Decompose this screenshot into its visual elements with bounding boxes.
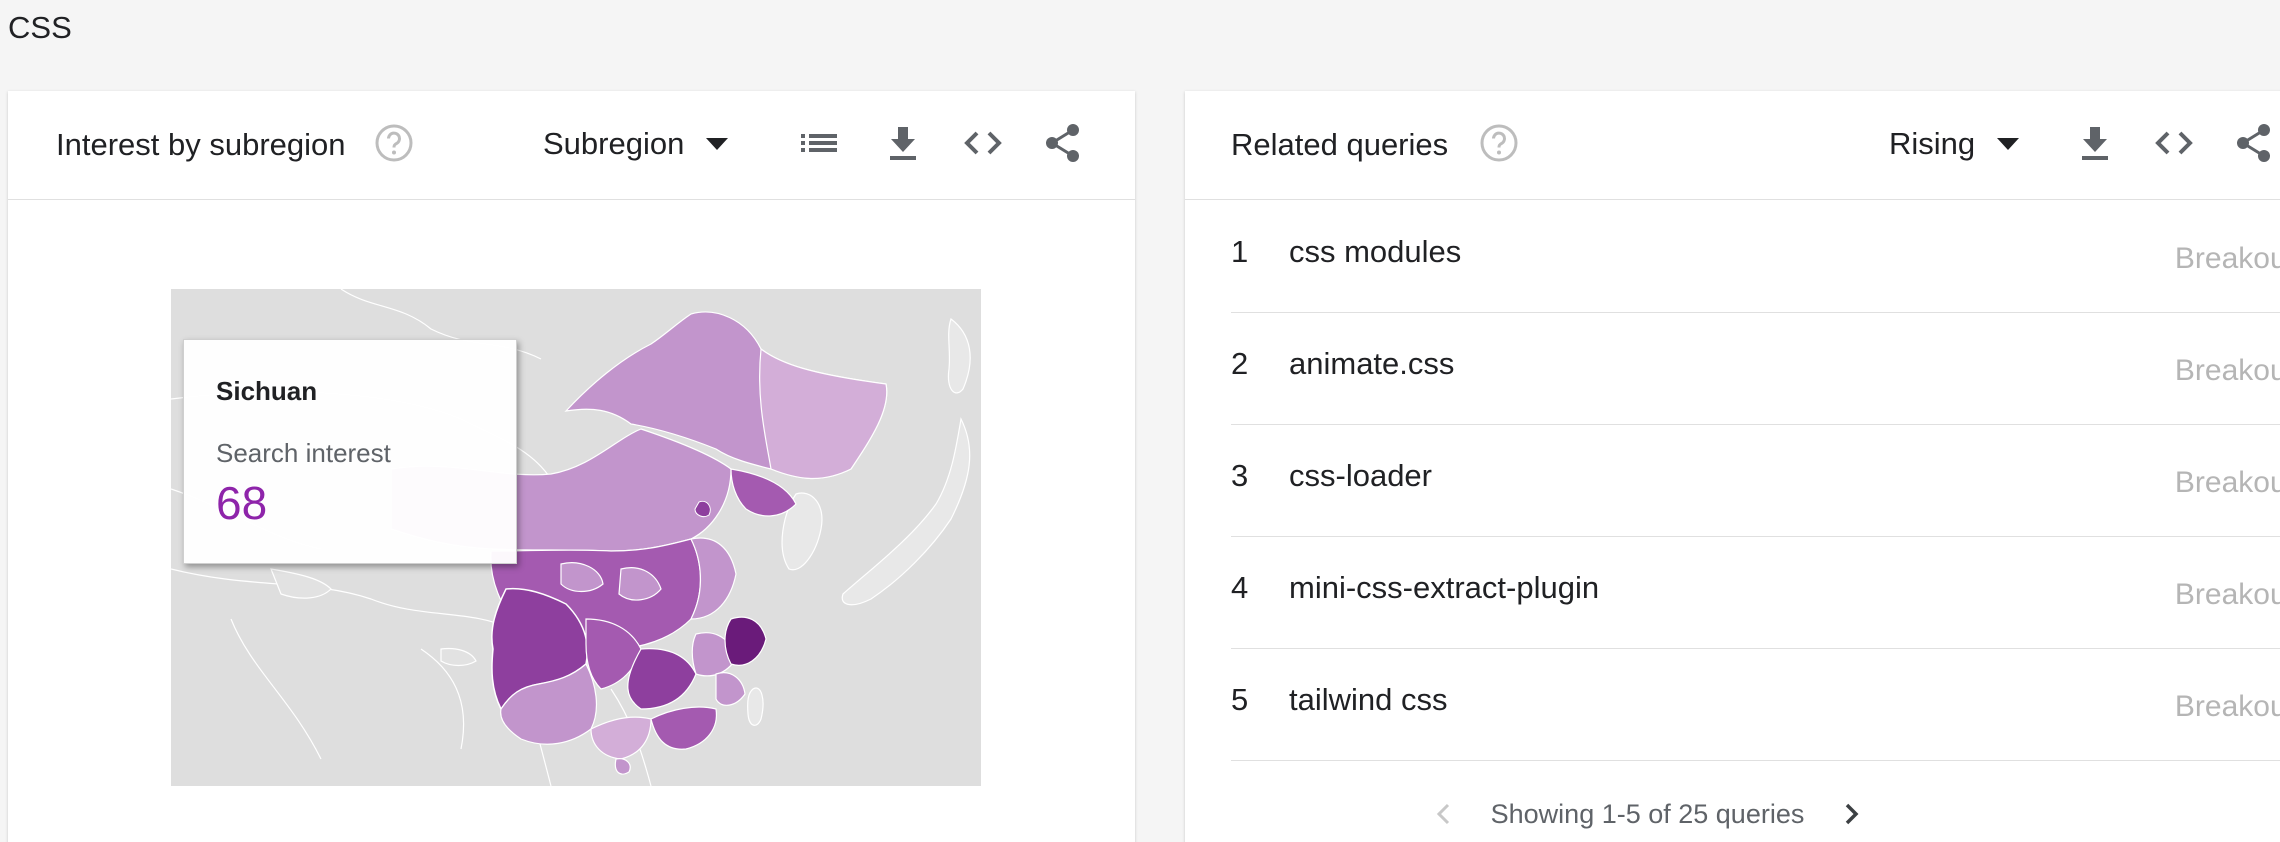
tooltip-region-name: Sichuan (216, 376, 318, 406)
download-icon[interactable] (882, 122, 924, 164)
card-header: Related queries Rising (1185, 91, 2280, 200)
region-tooltip: Sichuan Search interest 68 (183, 339, 517, 564)
pagination-label: Showing 1-5 of 25 queries (1490, 798, 1805, 829)
card-title: Related queries (1231, 127, 1449, 162)
embed-code-icon[interactable] (962, 122, 1004, 164)
card-header: Interest by subregion Subregion (8, 91, 1135, 200)
dropdown-label: Rising (1889, 126, 1976, 161)
query-type-dropdown[interactable]: Rising (1889, 121, 2020, 167)
query-rank: 4 (1231, 570, 1249, 605)
help-icon[interactable] (374, 123, 414, 163)
query-value: Breakout (2174, 578, 2280, 611)
query-link[interactable]: mini-css-extract-plugin (1289, 570, 1599, 606)
query-row[interactable]: 5 tailwind css Breakout (1231, 649, 2280, 761)
query-row[interactable]: 2 animate.css Breakout (1231, 313, 2280, 425)
query-link[interactable]: css modules (1289, 234, 1461, 270)
query-row[interactable]: 1 css modules Breakout (1231, 201, 2280, 313)
chevron-right-icon[interactable] (1834, 797, 1868, 831)
query-value: Breakout (2174, 690, 2280, 723)
interest-by-subregion-card: Interest by subregion Subregion Sichuan … (8, 91, 1135, 842)
query-link[interactable]: tailwind css (1289, 682, 1448, 718)
card-title: Interest by subregion (56, 127, 346, 162)
chevron-down-icon (706, 138, 729, 150)
region-level-dropdown[interactable]: Subregion (543, 121, 729, 167)
query-row[interactable]: 4 mini-css-extract-plugin Breakout (1231, 537, 2280, 649)
chevron-down-icon (1997, 138, 2020, 150)
query-link[interactable]: css-loader (1289, 458, 1432, 494)
dropdown-label: Subregion (543, 126, 685, 161)
query-rank: 1 (1231, 234, 1249, 269)
tooltip-metric-label: Search interest (216, 438, 391, 468)
chevron-left-icon[interactable] (1427, 797, 1461, 831)
share-icon[interactable] (2233, 122, 2275, 164)
pagination: Showing 1-5 of 25 queries (1185, 791, 2110, 837)
download-icon[interactable] (2074, 122, 2116, 164)
related-queries-card: Related queries Rising 1 css modules Bre… (1185, 91, 2280, 842)
query-link[interactable]: animate.css (1289, 346, 1454, 382)
tooltip-metric-value: 68 (216, 477, 268, 529)
help-icon[interactable] (1479, 123, 1519, 163)
list-icon[interactable] (798, 122, 840, 164)
embed-code-icon[interactable] (2153, 122, 2195, 164)
share-icon[interactable] (1042, 122, 1084, 164)
query-rank: 3 (1231, 458, 1249, 493)
query-row[interactable]: 3 css-loader Breakout (1231, 425, 2280, 537)
page-title: CSS (8, 10, 72, 45)
query-rank: 2 (1231, 346, 1249, 381)
query-rank: 5 (1231, 682, 1249, 717)
query-value: Breakout (2174, 354, 2280, 387)
query-value: Breakout (2174, 242, 2280, 275)
query-value: Breakout (2174, 466, 2280, 499)
